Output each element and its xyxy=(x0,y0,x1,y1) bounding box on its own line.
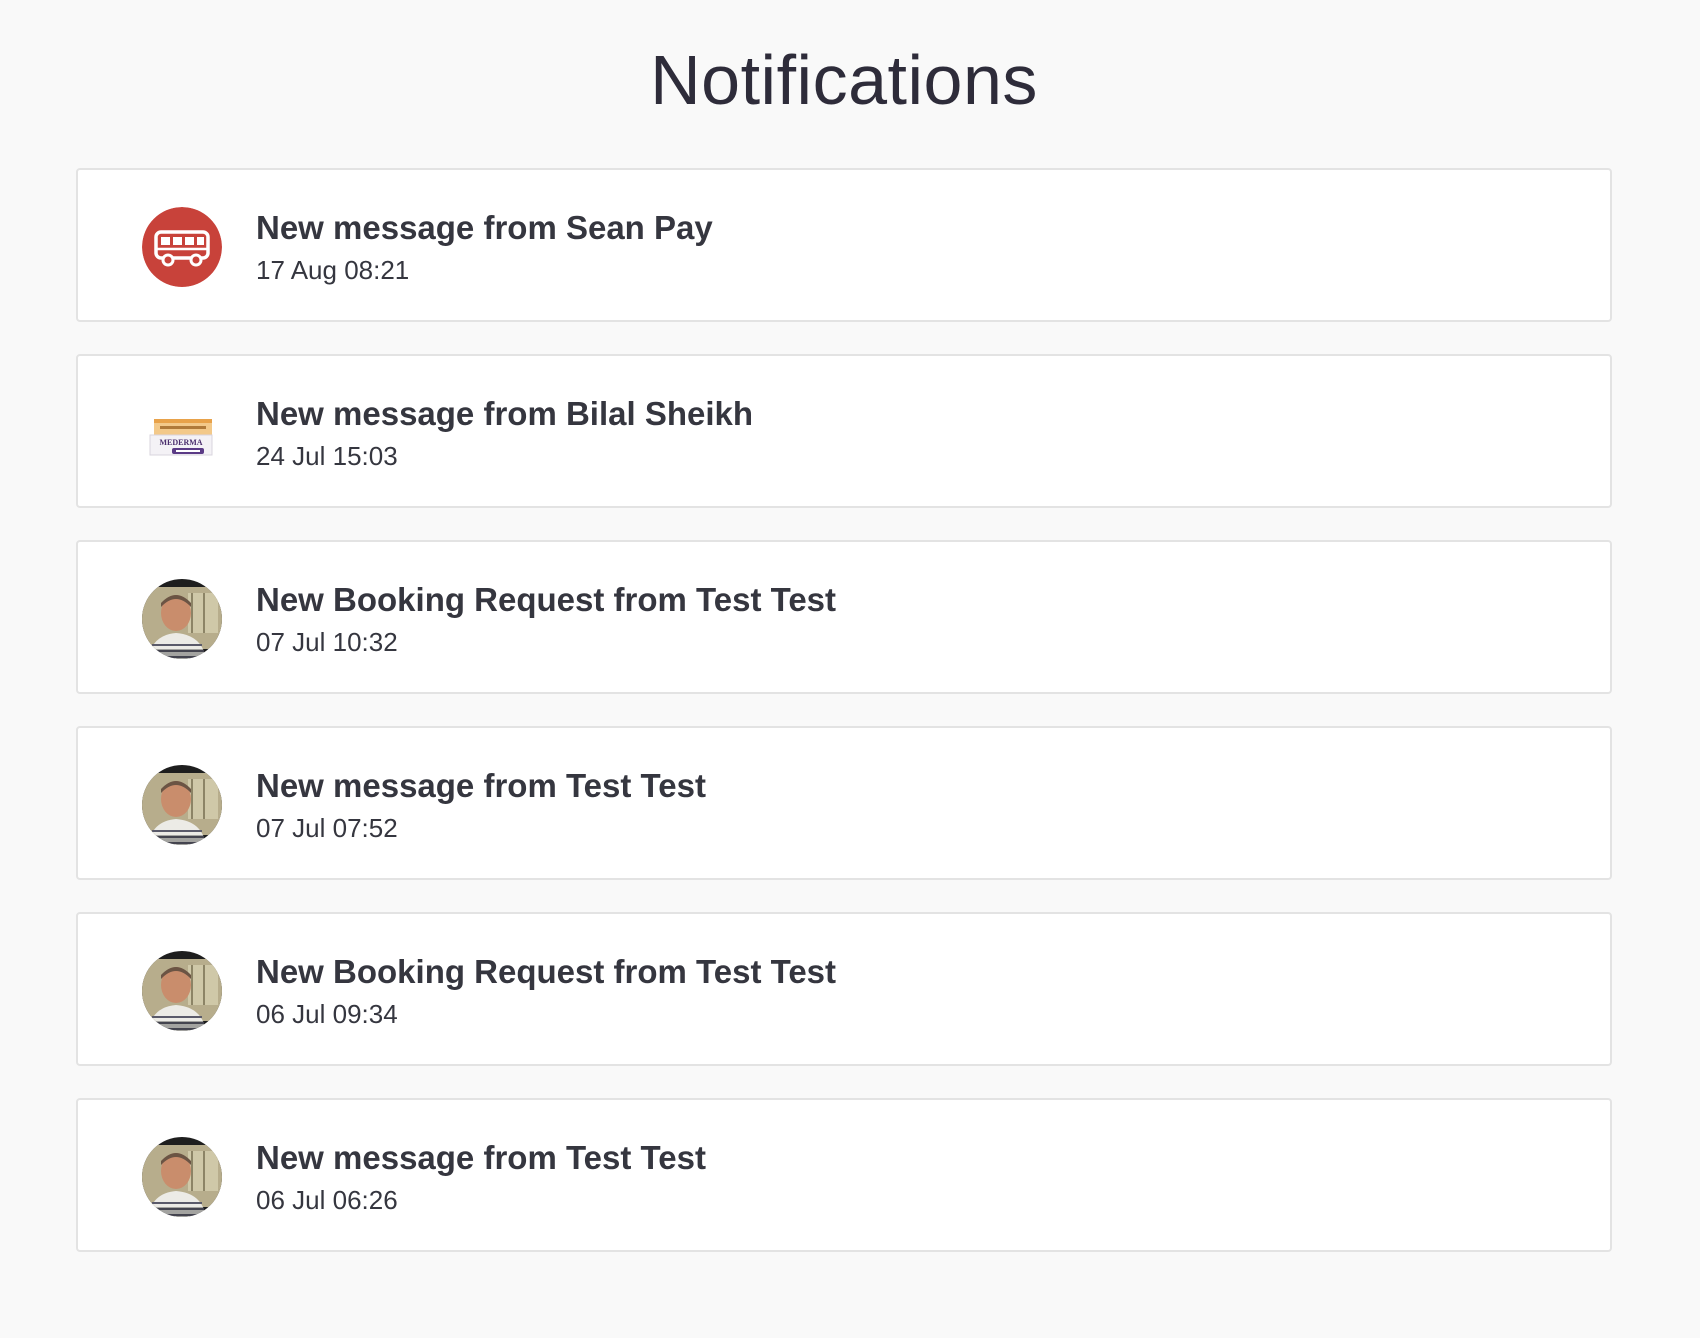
notification-timestamp: 07 Jul 10:32 xyxy=(256,627,398,657)
notification-item[interactable]: New message from Test Test 07 Jul 07:52 xyxy=(76,726,1612,880)
notification-title: New Booking Request from Test Test xyxy=(256,953,837,990)
notification-timestamp: 06 Jul 06:26 xyxy=(256,1185,398,1215)
product-label: MEDERMA xyxy=(159,438,202,447)
notification-title: New message from Test Test xyxy=(256,1139,706,1176)
notification-timestamp: 06 Jul 09:34 xyxy=(256,999,398,1029)
notification-title: New message from Test Test xyxy=(256,767,706,804)
notification-timestamp: 24 Jul 15:03 xyxy=(256,441,398,471)
notification-item[interactable]: New Booking Request from Test Test 07 Ju… xyxy=(76,540,1612,694)
page-title: Notifications xyxy=(650,41,1038,119)
bus-icon xyxy=(142,207,222,287)
user-photo xyxy=(142,579,222,659)
user-photo xyxy=(142,951,222,1031)
notification-list: New message from Sean Pay 17 Aug 08:21 M… xyxy=(76,168,1612,1284)
notification-timestamp: 07 Jul 07:52 xyxy=(256,813,398,843)
notification-timestamp: 17 Aug 08:21 xyxy=(256,255,410,285)
user-photo xyxy=(142,765,222,845)
notification-item[interactable]: New message from Sean Pay 17 Aug 08:21 xyxy=(76,168,1612,322)
notification-item[interactable]: New Booking Request from Test Test 06 Ju… xyxy=(76,912,1612,1066)
notification-title: New message from Bilal Sheikh xyxy=(256,395,754,432)
product-thumbnail: MEDERMA xyxy=(142,393,222,473)
user-photo xyxy=(142,1137,222,1217)
notification-title: New message from Sean Pay xyxy=(256,209,713,246)
notification-title: New Booking Request from Test Test xyxy=(256,581,837,618)
notification-item[interactable]: MEDERMA New message from Bilal Sheikh 24… xyxy=(76,354,1612,508)
notification-item[interactable]: New message from Test Test 06 Jul 06:26 xyxy=(76,1098,1612,1252)
